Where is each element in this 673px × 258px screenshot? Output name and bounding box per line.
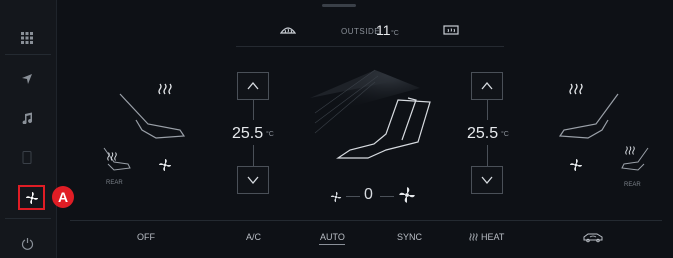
top-divider — [236, 46, 504, 47]
sidebar-divider — [5, 54, 51, 55]
power-icon[interactable] — [14, 232, 40, 254]
climate-screen: A OUTSIDE 11 °C REAR 25.5 °C 0 25.5 °C R… — [0, 0, 673, 258]
left-temp-rail — [253, 145, 254, 166]
navigation-icon[interactable] — [14, 68, 40, 90]
right-rear-label: REAR — [624, 182, 641, 188]
right-temperature: 25.5 — [467, 125, 499, 142]
music-icon[interactable] — [14, 107, 40, 129]
heat-button[interactable]: HEAT — [469, 232, 504, 242]
right-temp-up-button[interactable] — [471, 72, 503, 100]
callout-badge: A — [52, 186, 74, 208]
left-temp-unit: °C — [266, 131, 274, 138]
bottom-divider — [70, 220, 662, 221]
ac-button[interactable]: A/C — [246, 232, 261, 242]
right-temp-rail — [487, 145, 488, 166]
fan-icon — [25, 191, 38, 204]
left-temp-down-button[interactable] — [237, 166, 269, 194]
apps-grid-icon[interactable] — [14, 27, 40, 49]
off-button[interactable]: OFF — [137, 232, 155, 242]
fan-low-icon[interactable] — [330, 190, 342, 208]
auto-button[interactable]: AUTO — [320, 232, 345, 242]
left-seat-illustration — [103, 93, 186, 171]
left-seat-fan-icon[interactable] — [158, 158, 172, 177]
right-temp-down-button[interactable] — [471, 166, 503, 194]
outside-unit: °C — [391, 30, 399, 37]
phone-icon[interactable] — [14, 146, 40, 168]
left-temperature: 25.5 — [232, 125, 264, 142]
climate-fan-button[interactable] — [18, 185, 45, 210]
rear-defrost-icon[interactable] — [443, 24, 459, 42]
left-temp-up-button[interactable] — [237, 72, 269, 100]
heat-label: HEAT — [481, 232, 505, 242]
chevron-up-icon — [247, 82, 259, 90]
outside-temperature: 11 — [376, 22, 391, 38]
right-temp-unit: °C — [501, 131, 509, 138]
chevron-up-icon — [481, 82, 493, 90]
pull-handle[interactable] — [322, 4, 356, 7]
right-rear-heat-icon[interactable] — [625, 142, 635, 160]
left-rear-heat-icon[interactable] — [107, 148, 117, 166]
front-defrost-icon[interactable] — [279, 24, 297, 42]
airflow-mode-illustration[interactable] — [290, 58, 450, 178]
right-seat-heat-icon[interactable] — [569, 82, 583, 100]
auto-active-indicator — [319, 244, 345, 245]
outside-label: OUTSIDE — [341, 27, 381, 36]
sidebar — [0, 0, 57, 258]
left-seat-heat-icon[interactable] — [158, 82, 172, 100]
sidebar-divider — [5, 218, 51, 219]
left-rear-label: REAR — [106, 180, 123, 186]
fan-high-icon[interactable] — [398, 186, 416, 209]
chevron-down-icon — [481, 176, 493, 184]
heat-icon — [469, 233, 478, 241]
chevron-down-icon — [247, 176, 259, 184]
left-temp-rail — [253, 100, 254, 120]
right-seat-illustration — [558, 93, 649, 171]
sync-button[interactable]: SYNC — [397, 232, 422, 242]
fan-speed-value: 0 — [364, 186, 373, 203]
right-temp-rail — [487, 100, 488, 120]
right-seat-fan-icon[interactable] — [569, 158, 583, 177]
fan-slider-left[interactable] — [346, 196, 360, 197]
fan-slider-right[interactable] — [380, 196, 394, 197]
recirculation-car-icon[interactable] — [582, 230, 604, 248]
